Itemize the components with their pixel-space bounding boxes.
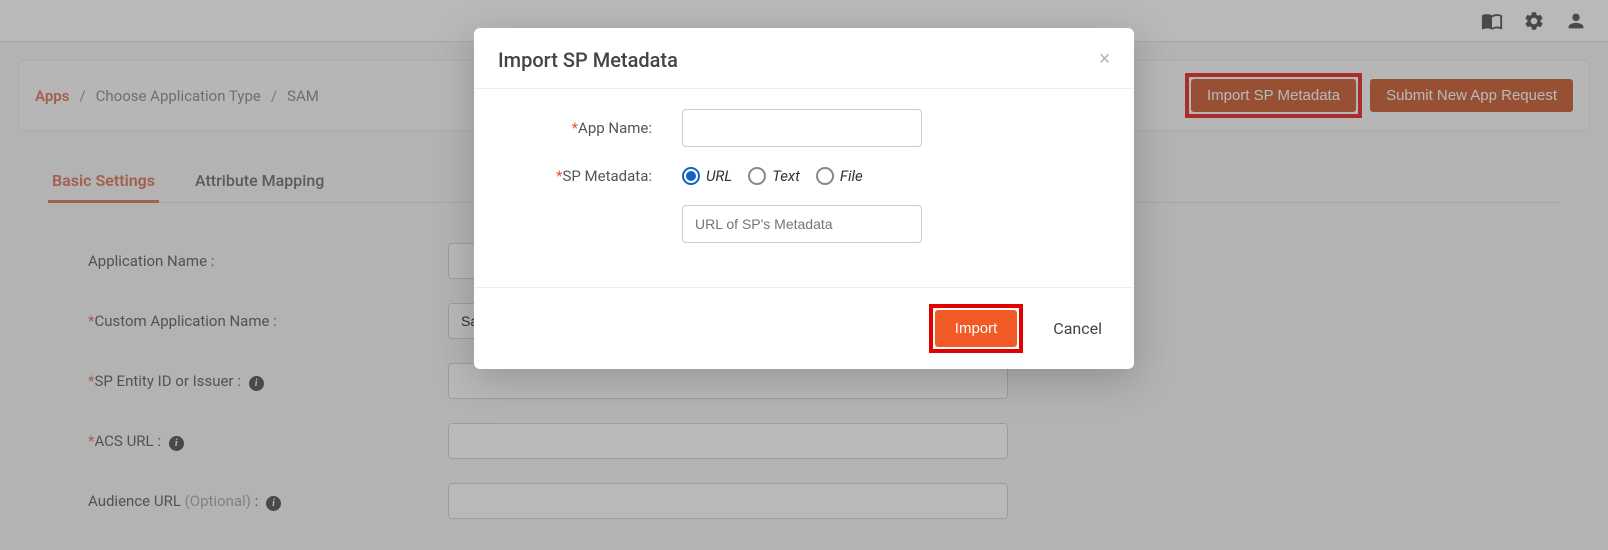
highlight-import-button: Import (929, 304, 1024, 353)
app-name-input[interactable] (682, 109, 922, 147)
sp-metadata-url-input[interactable] (682, 205, 922, 243)
radio-option-text[interactable]: Text (748, 167, 800, 185)
radio-circle-unchecked (748, 167, 766, 185)
radio-option-file[interactable]: File (816, 167, 863, 185)
import-button[interactable]: Import (935, 310, 1018, 347)
radio-label-file: File (840, 167, 863, 185)
modal-row-app-name: *App Name: (502, 109, 1106, 147)
radio-option-url[interactable]: URL (682, 167, 732, 185)
modal-row-sp-metadata: *SP Metadata: URL Text File (502, 167, 1106, 185)
cancel-button[interactable]: Cancel (1041, 311, 1114, 346)
import-sp-modal: Import SP Metadata × *App Name: *SP Meta… (474, 28, 1134, 369)
radio-circle-unchecked (816, 167, 834, 185)
modal-row-url-input (502, 205, 1106, 243)
radio-label-text: Text (772, 167, 800, 185)
radio-circle-checked (682, 167, 700, 185)
modal-header: Import SP Metadata × (474, 28, 1134, 89)
modal-label-sp-metadata: *SP Metadata: (502, 167, 682, 185)
modal-body: *App Name: *SP Metadata: URL Text (474, 89, 1134, 287)
sp-metadata-radio-group: URL Text File (682, 167, 863, 185)
modal-footer: Import Cancel (474, 287, 1134, 369)
radio-label-url: URL (706, 167, 732, 185)
modal-title: Import SP Metadata (498, 48, 678, 72)
modal-label-app-name: *App Name: (502, 119, 682, 137)
close-icon[interactable]: × (1099, 48, 1110, 68)
modal-overlay: Import SP Metadata × *App Name: *SP Meta… (0, 0, 1608, 550)
